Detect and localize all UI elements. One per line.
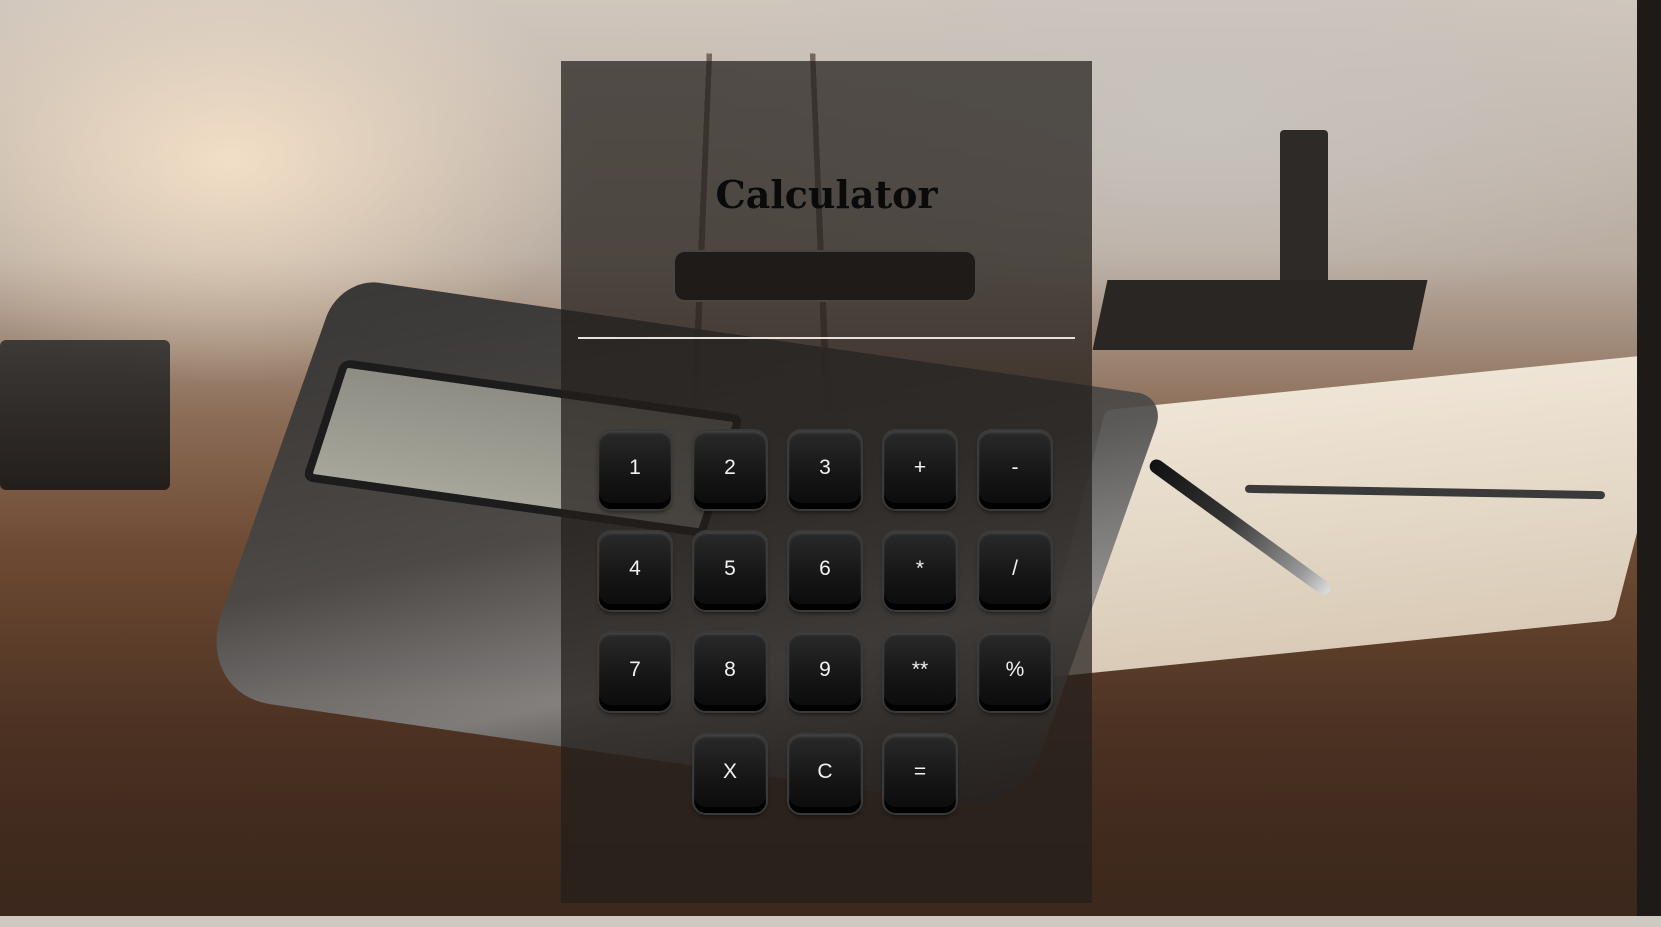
- background-device: [0, 340, 170, 490]
- key-clear[interactable]: C: [789, 735, 861, 813]
- key-divide[interactable]: /: [979, 532, 1051, 610]
- key-subtract[interactable]: -: [979, 431, 1051, 509]
- key-6[interactable]: 6: [789, 532, 861, 610]
- key-8[interactable]: 8: [694, 633, 766, 711]
- key-4[interactable]: 4: [599, 532, 671, 610]
- key-5[interactable]: 5: [694, 532, 766, 610]
- divider: [578, 337, 1075, 339]
- calculator-display[interactable]: [673, 250, 977, 302]
- key-7[interactable]: 7: [599, 633, 671, 711]
- key-1[interactable]: 1: [599, 431, 671, 509]
- key-2[interactable]: 2: [694, 431, 766, 509]
- calculator-panel: Calculator 1 2 3 + - 4 5 6 * / 7 8 9 ** …: [561, 61, 1092, 903]
- key-power[interactable]: **: [884, 633, 956, 711]
- key-9[interactable]: 9: [789, 633, 861, 711]
- key-modulo[interactable]: %: [979, 633, 1051, 711]
- window-edge: [1637, 0, 1661, 916]
- key-backspace[interactable]: X: [694, 735, 766, 813]
- key-multiply[interactable]: *: [884, 532, 956, 610]
- window-bottom-edge: [0, 916, 1661, 927]
- background-bottle: [1280, 130, 1328, 290]
- background-tray: [1092, 280, 1428, 350]
- page: Calculator 1 2 3 + - 4 5 6 * / 7 8 9 ** …: [0, 0, 1661, 927]
- key-add[interactable]: +: [884, 431, 956, 509]
- key-equals[interactable]: =: [884, 735, 956, 813]
- key-3[interactable]: 3: [789, 431, 861, 509]
- page-title: Calculator: [715, 172, 938, 217]
